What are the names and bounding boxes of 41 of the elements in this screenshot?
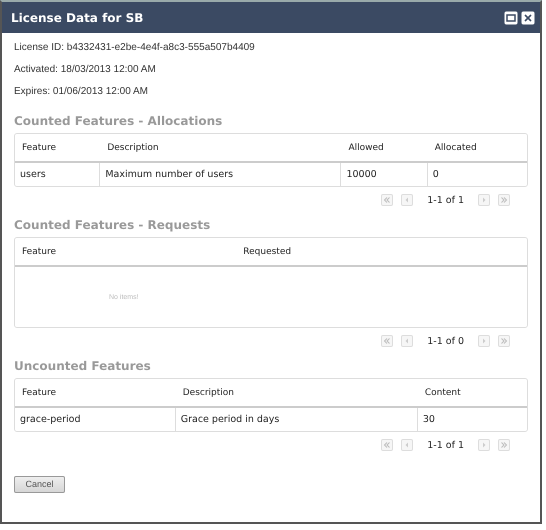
section-heading: Counted Features - Requests [14,218,212,232]
next-page-icon[interactable] [478,194,490,206]
column-header: Allocated [434,142,478,152]
window-title: License Data for SB [11,10,144,24]
column-header: Feature [21,388,58,398]
table-cell: Grace period in days [176,408,418,431]
column-header: Feature [21,246,58,256]
next-page-icon[interactable] [478,439,490,451]
detail-text: Expires: 01/06/2013 12:00 AM [14,85,149,99]
close-icon[interactable] [521,10,535,24]
section-heading: Counted Features - Allocations [14,114,224,128]
table-cell: 10000 [341,163,428,186]
column-header: Allowed [347,142,385,152]
table-cell: Maximum number of users [100,163,342,186]
first-page-icon[interactable] [381,439,394,451]
page-range: 1-1 of 1 [427,194,464,206]
table-cell-text: 0 [432,168,440,182]
last-page-icon[interactable] [498,194,510,206]
table-cell: users [15,163,100,186]
last-page-icon[interactable] [498,335,510,347]
cancel-button[interactable]: Cancel [14,476,65,492]
maximize-icon[interactable] [504,10,518,24]
previous-page-icon[interactable] [401,194,414,206]
section-heading: Uncounted Features [14,359,152,373]
first-page-icon[interactable] [381,335,394,347]
previous-page-icon[interactable] [401,439,414,451]
column-header: Description [182,388,235,398]
table-cell: grace-period [15,408,176,431]
previous-page-icon[interactable] [401,335,414,347]
last-page-icon[interactable] [498,439,510,451]
column-header: Feature [21,142,58,152]
detail-text: License ID: b4332431-e2be-4e4f-a8c3-555a507b4409 [14,41,256,55]
column-header: Content [424,388,462,398]
column-header: Requested [242,246,292,256]
column-header: Description [106,142,160,152]
page-range: 1-1 of 0 [427,336,464,346]
first-page-icon[interactable] [381,194,394,206]
table-cell-text: 30 [422,413,436,427]
page-range: 1-1 of 1 [427,440,464,450]
detail-text: Activated: 18/03/2013 12:00 AM [14,63,157,77]
next-page-icon[interactable] [478,335,490,347]
